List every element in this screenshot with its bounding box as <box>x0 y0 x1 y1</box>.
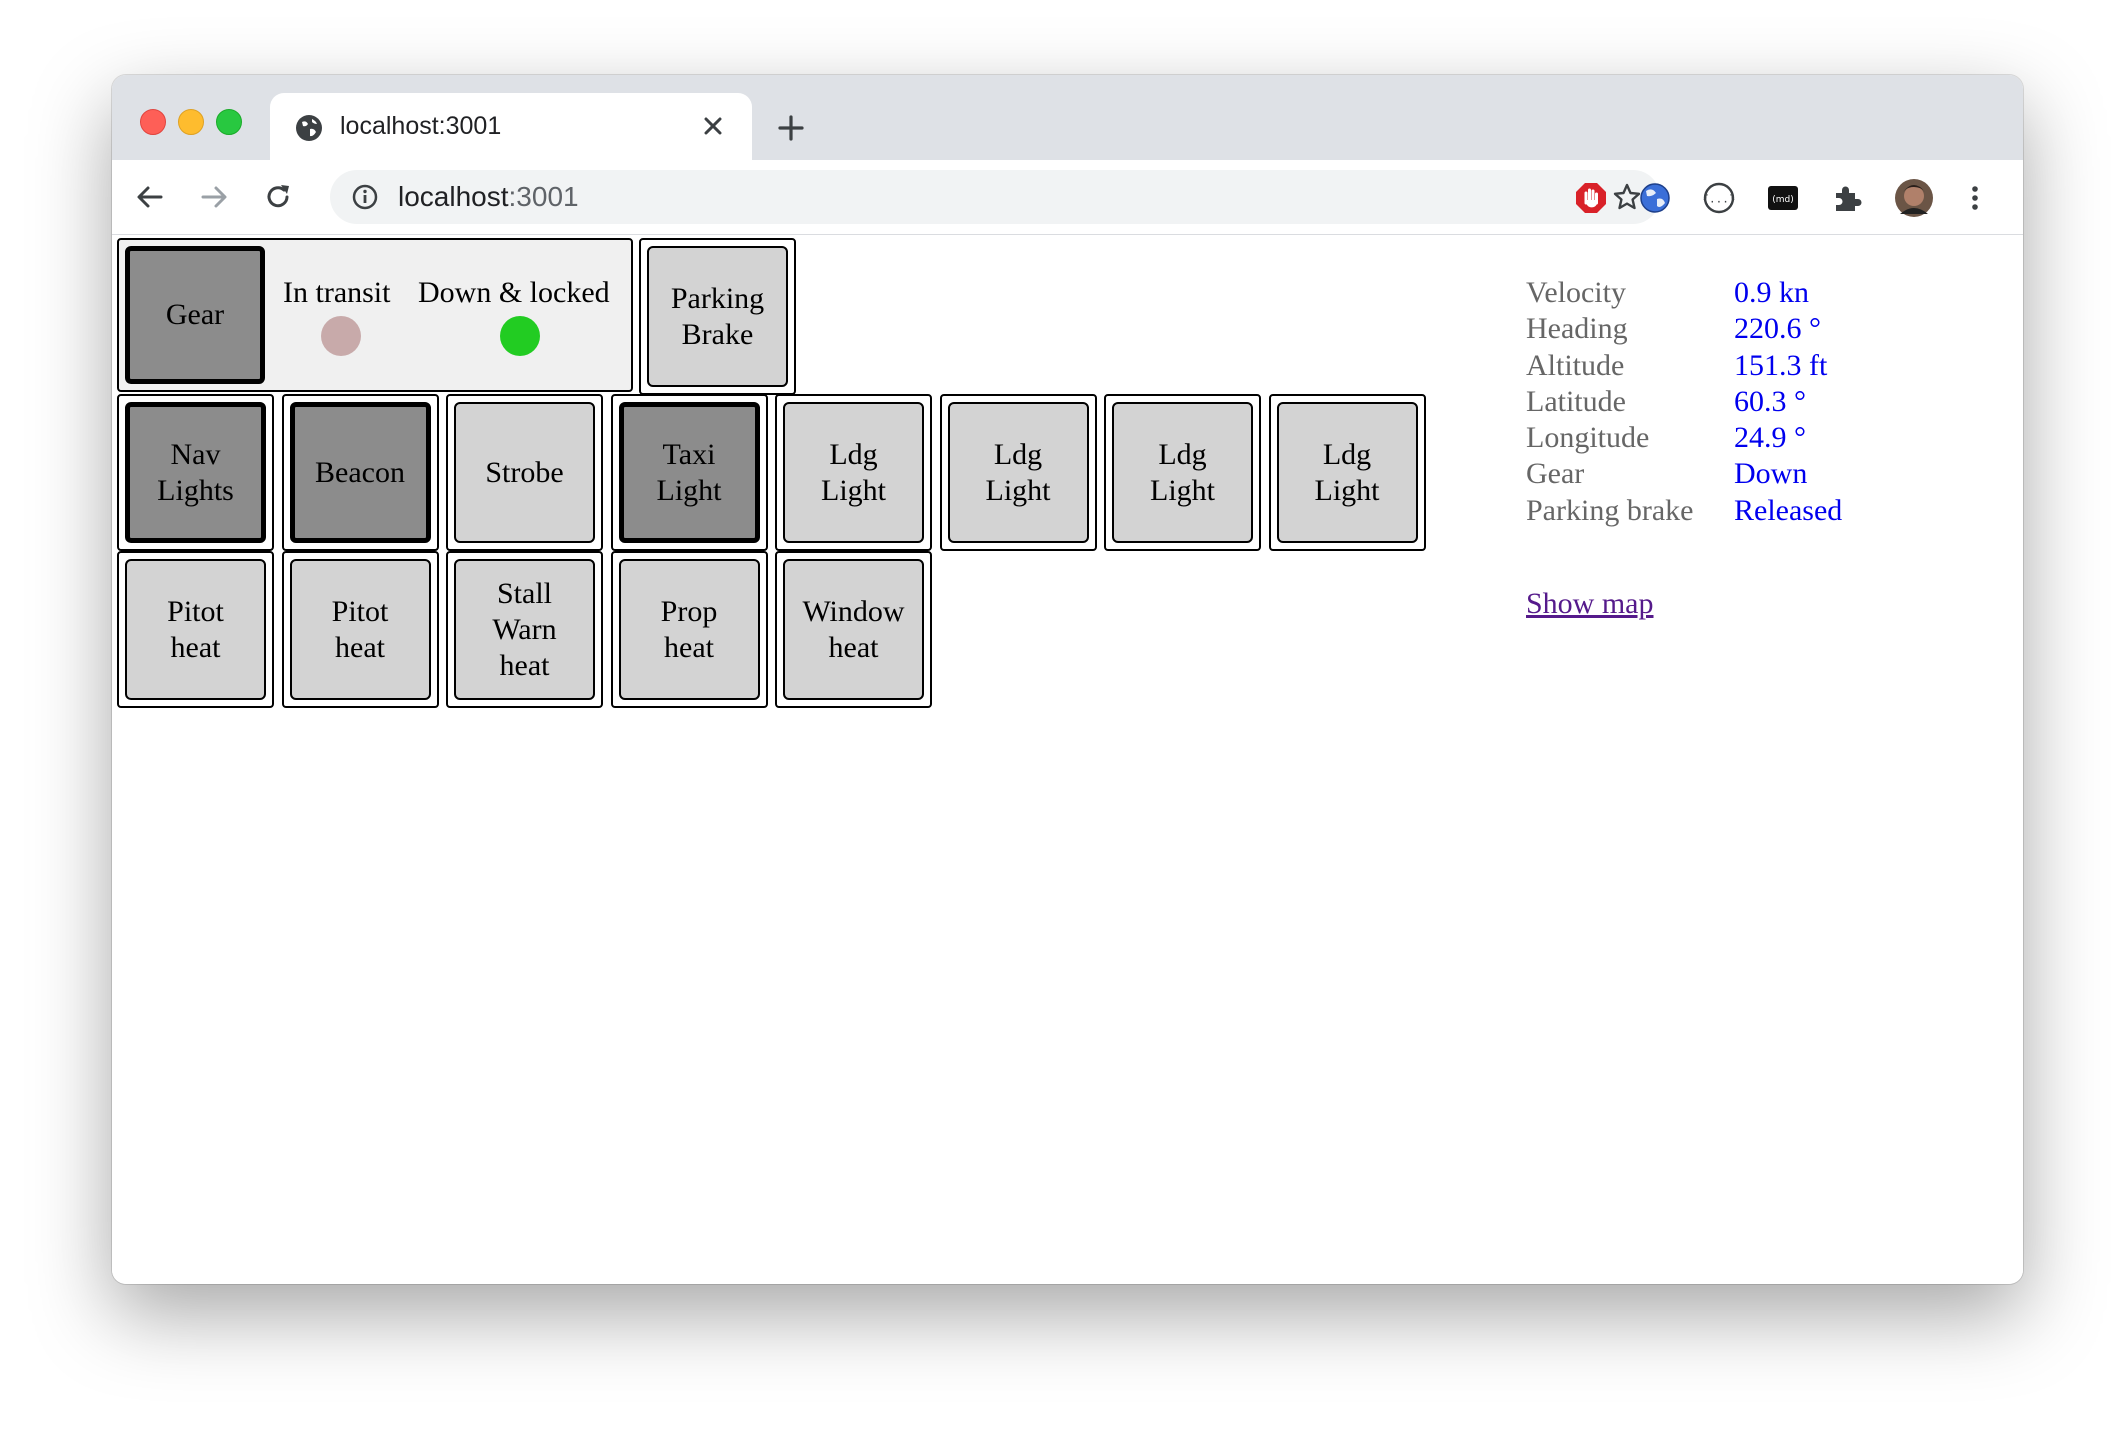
lights-switch-cell: Ldg Light <box>775 394 932 551</box>
stat-label: Latitude <box>1526 384 1626 418</box>
heat-switch-cell: Stall Warn heat <box>446 551 603 708</box>
stat-label: Parking brake <box>1526 493 1694 527</box>
lights-switch-cell: Ldg Light <box>939 394 1097 551</box>
maximize-window-button[interactable] <box>216 109 242 135</box>
stat-label: Gear <box>1526 457 1585 491</box>
switch-button[interactable]: Prop heat <box>618 559 760 700</box>
heat-switch-cell: Pitot heat <box>117 551 274 708</box>
switch-button[interactable]: Window heat <box>783 559 924 700</box>
switch-button[interactable]: Nav Lights <box>125 402 266 543</box>
switch-button[interactable]: Ldg Light <box>1276 402 1418 543</box>
stat-heading: Heading 220.6 ° <box>1526 311 1842 347</box>
gear-panel: Gear In transit Down & locked <box>117 238 633 392</box>
stat-value: Released <box>1734 493 1843 527</box>
page-content: Gear In transit Down & locked Parking Br… <box>112 235 2023 1284</box>
back-arrow-icon[interactable] <box>134 181 166 213</box>
down-locked-indicator <box>500 316 540 356</box>
parking-brake-button[interactable]: Parking Brake <box>647 246 788 387</box>
stat-label: Longitude <box>1526 421 1650 455</box>
stat-value: 0.9 kn <box>1734 276 1809 309</box>
stat-label: Altitude <box>1526 348 1625 382</box>
tab-localhost[interactable]: localhost:3001 <box>270 93 752 160</box>
switch-button[interactable]: Pitot heat <box>125 559 266 700</box>
parking-brake-cell: Parking Brake <box>639 238 796 395</box>
stat-label: Heading <box>1526 312 1628 346</box>
globe-icon <box>296 115 322 141</box>
svg-text:(md): (md) <box>1772 195 1794 205</box>
lights-switch-cell: Beacon <box>281 394 439 551</box>
stat-value: 60.3 ° <box>1734 384 1806 418</box>
switch-button[interactable]: Ldg Light <box>1112 402 1253 543</box>
lights-switch-cell: Strobe <box>446 394 603 551</box>
heat-switch-cell: Window heat <box>775 551 932 708</box>
switch-button[interactable]: Taxi Light <box>618 402 760 543</box>
earth-extension-icon[interactable] <box>1638 181 1672 215</box>
url-host: localhost <box>398 181 509 212</box>
address-bar[interactable]: localhost:3001 <box>330 170 1660 224</box>
profile-avatar[interactable] <box>1894 178 1934 218</box>
show-map-link[interactable]: Show map <box>1526 587 1654 621</box>
toolbar: localhost:3001 {...} (md) <box>112 160 2023 235</box>
stat-value: 151.3 ft <box>1734 348 1828 382</box>
in-transit-indicator <box>321 316 361 356</box>
stat-parking-brake: Parking brake Released <box>1526 493 1842 529</box>
markdown-extension-icon[interactable]: (md) <box>1766 181 1800 215</box>
stat-latitude: Latitude 60.3 ° <box>1526 384 1842 420</box>
url-port: :3001 <box>508 181 579 212</box>
puzzle-extensions-icon[interactable] <box>1830 181 1864 215</box>
flight-stats: Velocity 0.9 kn Heading 220.6 ° Altitude… <box>1526 275 1842 529</box>
forward-arrow-icon[interactable] <box>198 181 230 213</box>
lights-switch-cell: Nav Lights <box>117 394 274 551</box>
minimize-window-button[interactable] <box>178 109 204 135</box>
stop-hand-extension-icon[interactable] <box>1574 181 1608 215</box>
switch-button[interactable]: Beacon <box>289 402 431 543</box>
url-text: localhost:3001 <box>398 181 579 213</box>
heat-switch-cell: Prop heat <box>610 551 768 708</box>
down-locked-label: Down & locked <box>418 276 610 309</box>
svg-text:{...}: {...} <box>1702 193 1735 206</box>
json-formatter-extension-icon[interactable]: {...} <box>1702 181 1736 215</box>
stat-gear: Gear Down <box>1526 456 1842 492</box>
stat-value: 24.9 ° <box>1734 421 1806 455</box>
switch-button[interactable]: Ldg Light <box>947 402 1089 543</box>
gear-button[interactable]: Gear <box>125 246 265 384</box>
in-transit-label: In transit <box>283 276 391 309</box>
close-window-button[interactable] <box>140 109 166 135</box>
stat-longitude: Longitude 24.9 ° <box>1526 420 1842 456</box>
stat-label: Velocity <box>1526 276 1626 309</box>
tab-bar: localhost:3001 <box>112 75 2023 160</box>
lights-switch-cell: Ldg Light <box>1104 394 1261 551</box>
close-icon[interactable] <box>700 113 726 139</box>
tab-title: localhost:3001 <box>340 112 502 140</box>
heat-switch-cell: Pitot heat <box>281 551 439 708</box>
info-icon[interactable] <box>352 184 378 210</box>
new-tab-icon[interactable] <box>776 113 806 143</box>
lights-switch-cell: Taxi Light <box>610 394 768 551</box>
switch-button[interactable]: Strobe <box>454 402 595 543</box>
browser-menu-icon[interactable] <box>1958 181 1992 215</box>
lights-switch-cell: Ldg Light <box>1268 394 1426 551</box>
browser-window: localhost:3001 localhost:3001 {...} (md)… <box>112 75 2023 1284</box>
switch-button[interactable]: Pitot heat <box>289 559 431 700</box>
switch-button[interactable]: Stall Warn heat <box>454 559 595 700</box>
stat-velocity: Velocity 0.9 kn <box>1526 275 1842 311</box>
reload-icon[interactable] <box>262 181 294 213</box>
stat-altitude: Altitude 151.3 ft <box>1526 348 1842 384</box>
switch-button[interactable]: Ldg Light <box>783 402 924 543</box>
stat-value: Down <box>1734 457 1808 491</box>
stat-value: 220.6 ° <box>1734 312 1821 346</box>
